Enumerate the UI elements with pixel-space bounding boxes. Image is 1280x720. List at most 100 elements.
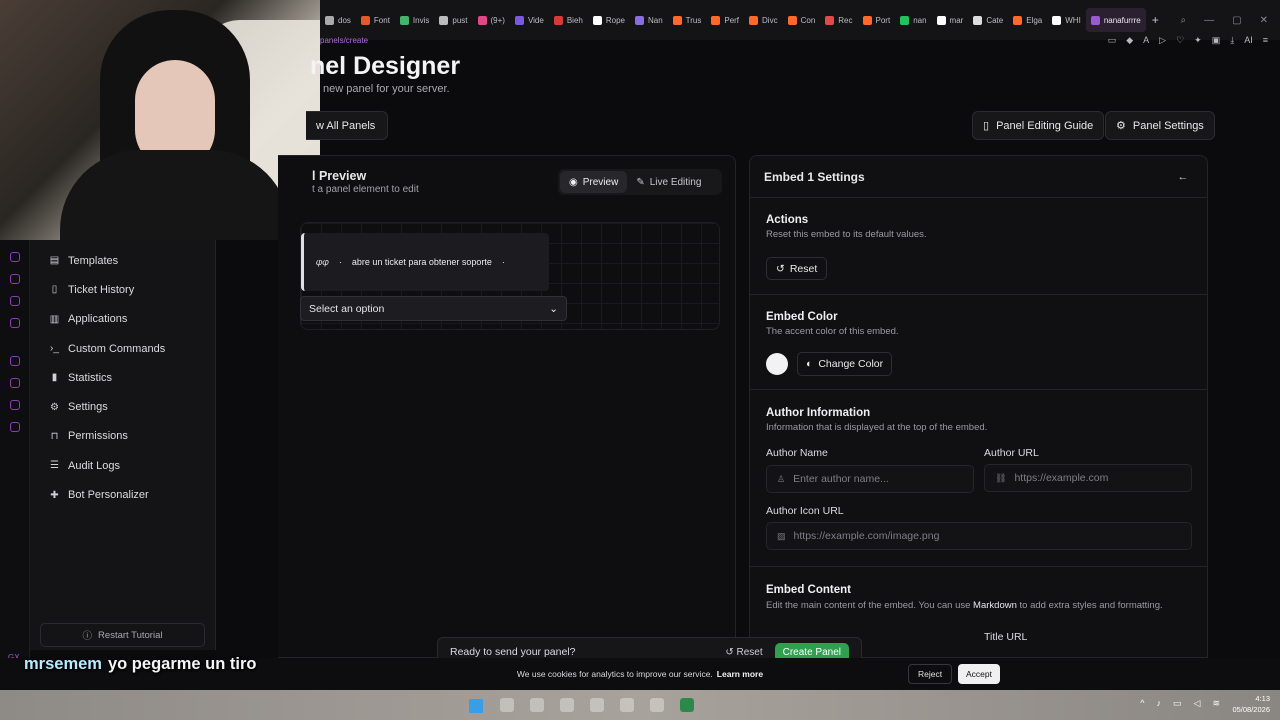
sidebar-app-icon[interactable] (10, 378, 20, 388)
minimize-icon[interactable]: — (1204, 15, 1214, 26)
tab-favicon-icon (360, 15, 370, 25)
ai-icon[interactable]: AI (1244, 35, 1253, 46)
browser-tab[interactable]: Con (783, 8, 821, 32)
browser-tab[interactable]: WHI (1047, 8, 1086, 32)
browser-tab[interactable]: Vide (510, 8, 549, 32)
browser-tab[interactable]: Rope (588, 8, 630, 32)
browser-tab[interactable]: Perf (706, 8, 744, 32)
tab-favicon-icon (862, 15, 872, 25)
shield-icon[interactable]: ◆ (1126, 35, 1133, 46)
panel-settings-button[interactable]: ⚙ Panel Settings (1105, 111, 1215, 140)
browser-tab[interactable]: Trus (668, 8, 707, 32)
sidebar-item-bot-personalizer[interactable]: ✚ Bot Personalizer (30, 480, 215, 509)
sidebar-item-permissions[interactable]: ⊓ Permissions (30, 422, 215, 451)
sidebar-app-icon[interactable] (10, 422, 20, 432)
sidebar-app-icon[interactable] (10, 296, 20, 306)
select-menu-preview[interactable]: Select an option ⌄ (300, 296, 567, 321)
tab-favicon-icon (477, 15, 487, 25)
reset-embed-button[interactable]: ↺ Reset (766, 257, 828, 280)
terminal-icon: ›_ (50, 343, 59, 355)
lock-icon: ⊓ (50, 430, 59, 442)
tab-favicon-icon (749, 15, 759, 25)
tab-preview[interactable]: ◉ Preview (560, 171, 628, 193)
taskbar-app-icon[interactable] (530, 698, 544, 712)
author-section: Author Information Information that is d… (750, 390, 1207, 567)
tab-live-editing[interactable]: ✎ Live Editing (627, 171, 710, 193)
search-tabs-icon[interactable]: ⌕ (1181, 15, 1187, 26)
browser-sidebar: GX (0, 240, 30, 690)
browser-tab[interactable]: Bieh (549, 8, 588, 32)
translate-icon[interactable]: A (1143, 35, 1149, 46)
embed-preview[interactable]: 𝜑𝜑 · abre un ticket para obtener soporte… (301, 233, 549, 291)
sidebar-item-settings[interactable]: ⚙ Settings (30, 392, 215, 421)
extensions-icon[interactable]: ✦ (1194, 35, 1202, 46)
browser-tab[interactable]: Font (356, 8, 395, 32)
author-url-input[interactable]: ⛓ https://example.com (984, 464, 1192, 492)
browser-tab[interactable]: nan (895, 8, 931, 32)
browser-tab[interactable]: Nan (630, 8, 668, 32)
browser-tab[interactable]: Port (858, 8, 896, 32)
browser-toolbar: ▭ ◆ A ▷ ♡ ✦ ▣ ⤓ AI ≡ (1108, 35, 1268, 46)
browser-tab[interactable]: Invis (395, 8, 434, 32)
browser-tab[interactable]: Rec (820, 8, 857, 32)
tab-favicon-icon (936, 15, 946, 25)
browser-tab[interactable]: nanafurrre (1085, 8, 1146, 32)
display-icon[interactable]: ▭ (1173, 698, 1182, 709)
accept-cookies-button[interactable]: Accept (958, 664, 1000, 684)
sidebar-item-applications[interactable]: ▥ Applications (30, 305, 215, 334)
windows-start-icon[interactable] (469, 699, 483, 713)
address-bar[interactable]: panels/create (320, 36, 368, 45)
brush-icon: ✎ (636, 176, 645, 188)
user-icon: ♙ (777, 473, 786, 484)
new-tab-button[interactable]: + (1146, 13, 1165, 27)
sidebar-app-icon[interactable] (10, 318, 20, 328)
reject-cookies-button[interactable]: Reject (908, 664, 953, 684)
color-swatch[interactable] (766, 353, 788, 375)
sidebar-item-ticket-history[interactable]: ▯ Ticket History (30, 275, 215, 304)
author-name-input[interactable]: ♙ Enter author name... (766, 465, 974, 493)
heart-icon[interactable]: ♡ (1176, 35, 1184, 46)
sidebar-item-templates[interactable]: ▤ Templates (30, 246, 215, 275)
learn-more-link[interactable]: Learn more (717, 669, 763, 679)
taskbar-app-icon[interactable] (650, 698, 664, 712)
sidebar-app-icon[interactable] (10, 400, 20, 410)
close-window-icon[interactable]: ✕ (1260, 15, 1268, 26)
taskbar-app-icon[interactable] (560, 698, 574, 712)
taskbar-app-icon[interactable] (590, 698, 604, 712)
system-clock[interactable]: 4:13 05/08/2026 (1232, 693, 1270, 715)
play-icon[interactable]: ▷ (1159, 35, 1166, 46)
microphone-icon[interactable]: ♪ (1157, 698, 1162, 709)
taskbar-app-icon[interactable] (500, 698, 514, 712)
reset-panel-button[interactable]: ↺ Reset (725, 647, 762, 658)
sidebar-app-icon[interactable] (10, 274, 20, 284)
author-icon-url-input[interactable]: ▨ https://example.com/image.png (766, 522, 1192, 550)
wifi-icon[interactable]: ≋ (1212, 698, 1220, 709)
browser-tab[interactable]: Divc (744, 8, 783, 32)
sidebar-item-statistics[interactable]: ▮ Statistics (30, 363, 215, 392)
taskbar-app-icon[interactable] (620, 698, 634, 712)
bookmark-icon[interactable]: ▭ (1108, 35, 1117, 46)
sidebar-app-icon[interactable] (10, 356, 20, 366)
taskbar-app-icon[interactable] (680, 698, 694, 712)
sidebar-app-icon[interactable] (10, 252, 20, 262)
browser-tab[interactable]: pust (434, 8, 472, 32)
download-icon[interactable]: ⤓ (1230, 35, 1234, 46)
browser-tab[interactable]: mar (932, 8, 969, 32)
browser-tab[interactable]: dos (320, 8, 356, 32)
menu-icon[interactable]: ≡ (1263, 35, 1268, 46)
sidebar-item-custom-commands[interactable]: ›_ Custom Commands (30, 334, 215, 363)
markdown-link[interactable]: Markdown (973, 600, 1017, 611)
chevron-up-icon[interactable]: ^ (1140, 698, 1144, 709)
view-all-panels-button[interactable]: w All Panels (306, 111, 388, 140)
browser-tab[interactable]: (9+) (473, 8, 510, 32)
browser-tab[interactable]: Elga (1008, 8, 1047, 32)
wallet-icon[interactable]: ▣ (1212, 35, 1221, 46)
change-color-button[interactable]: ◐ Change Color (797, 352, 893, 376)
restart-tutorial-button[interactable]: ⓘ Restart Tutorial (40, 623, 205, 647)
panel-editing-guide-button[interactable]: ▯ Panel Editing Guide (972, 111, 1105, 140)
volume-icon[interactable]: ◁ (1194, 698, 1201, 709)
back-arrow-icon[interactable]: ← (1173, 167, 1193, 187)
maximize-icon[interactable]: ▢ (1232, 15, 1241, 26)
browser-tab[interactable]: Cate (968, 8, 1008, 32)
sidebar-item-audit-logs[interactable]: ☰ Audit Logs (30, 451, 215, 480)
